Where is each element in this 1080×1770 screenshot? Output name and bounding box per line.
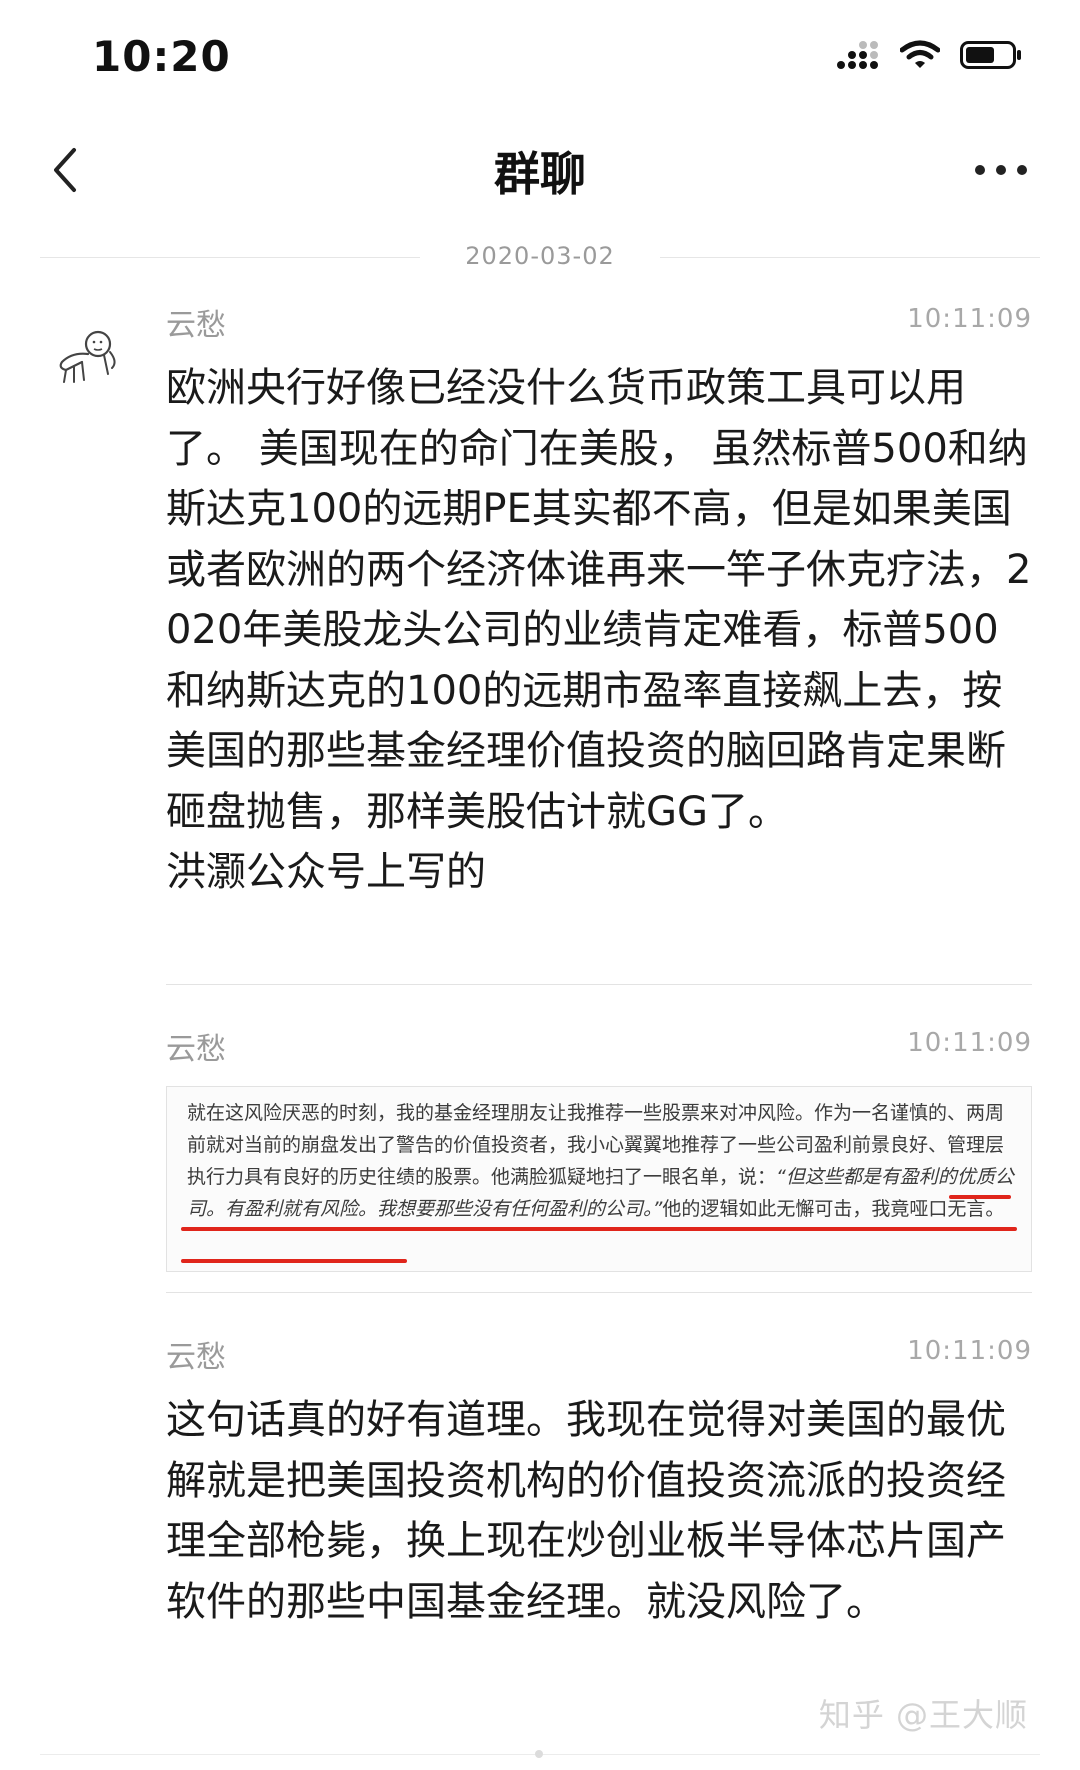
more-dots-icon: [975, 165, 1027, 175]
status-bar: 10:20: [0, 0, 1080, 110]
message-divider: [166, 984, 1032, 985]
message-item[interactable]: 云愁 10:11:09 就在这风险厌恶的时刻，我的基金经理朋友让我推荐一些股票来…: [166, 1024, 1036, 1272]
chat-date: 2020-03-02: [465, 242, 615, 270]
divider-line: [660, 257, 1040, 258]
message-text: 这句话真的好有道理。我现在觉得对美国的最优解就是把美国投资机构的价值投资流派的投…: [166, 1397, 1006, 1625]
message-item[interactable]: 云愁 10:11:09 欧洲央行好像已经没什么货币政策工具可以用了。 美国现在的…: [166, 300, 1036, 903]
message-divider: [166, 1292, 1032, 1293]
quoted-article-text: 就在这风险厌恶的时刻，我的基金经理朋友让我推荐一些股票来对冲风险。作为一名谨慎的…: [187, 1097, 1017, 1225]
quoted-article-image[interactable]: 就在这风险厌恶的时刻，我的基金经理朋友让我推荐一些股票来对冲风险。作为一名谨慎的…: [166, 1086, 1032, 1272]
page-title: 群聊: [494, 147, 586, 201]
status-time: 10:20: [92, 32, 231, 81]
message-time: 10:11:09: [907, 1028, 1032, 1058]
cellular-signal-icon: [837, 41, 878, 69]
nav-bar: 群聊: [0, 110, 1080, 230]
message-header: 云愁 10:11:09: [166, 300, 1036, 344]
message-sender: 云愁: [166, 1340, 226, 1375]
red-underline: [181, 1259, 407, 1263]
status-icons: [836, 40, 1022, 70]
battery-icon: [960, 41, 1021, 69]
red-underline: [181, 1227, 1017, 1231]
date-divider: 2020-03-02: [40, 242, 1040, 272]
message-sender: 云愁: [166, 308, 226, 343]
message-sender: 云愁: [166, 1032, 226, 1067]
bottom-dot: [535, 1750, 543, 1758]
message-header: 云愁 10:11:09: [166, 1332, 1036, 1376]
message-header: 云愁 10:11:09: [166, 1024, 1036, 1068]
message-time: 10:11:09: [907, 304, 1032, 334]
doodle-person-icon: [59, 330, 116, 383]
wifi-icon: [900, 40, 940, 68]
message-time: 10:11:09: [907, 1336, 1032, 1366]
avatar[interactable]: [52, 322, 124, 394]
quote-tail-text: 他的逻辑如此无懈可击，我竟哑口无言。: [662, 1198, 1005, 1220]
watermark: 知乎 @王大顺: [818, 1696, 1028, 1734]
more-button[interactable]: [966, 150, 1036, 190]
message-text: 欧洲央行好像已经没什么货币政策工具可以用了。 美国现在的命门在美股， 虽然标普5…: [166, 365, 1032, 895]
message-item[interactable]: 云愁 10:11:09 这句话真的好有道理。我现在觉得对美国的最优解就是把美国投…: [166, 1332, 1036, 1632]
red-underline: [949, 1195, 1011, 1199]
